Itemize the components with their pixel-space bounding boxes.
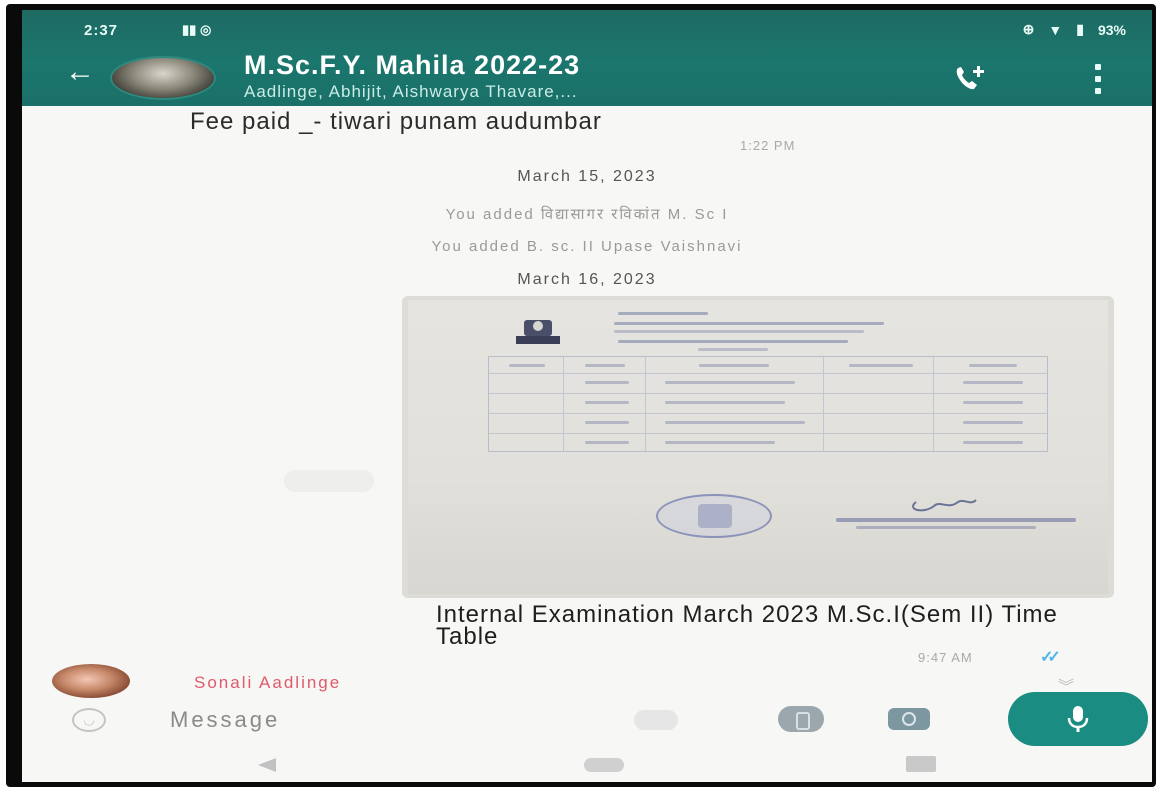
chat-header: 2:37 ▮▮ ◎ ⊕ ▼ ▮ 93% ← M.Sc.F.Y. Mahila 2… [22,10,1152,106]
mic-icon [1067,706,1089,732]
timetable-table [488,356,1048,452]
battery-icon: ▮ [1076,21,1084,37]
wifi-icon: ▼ [1048,21,1063,38]
battery-percentage: 93% [1097,21,1126,38]
college-logo-icon [516,320,560,344]
attach-icon[interactable] [634,710,678,730]
group-info[interactable]: M.Sc.F.Y. Mahila 2022-23 Aadlinge, Abhij… [244,50,924,102]
read-receipt-icon: ✓✓ [1040,649,1061,666]
emoji-icon[interactable]: ◡ [72,708,106,732]
sender-name[interactable]: Sonali Aadlinge [194,673,341,693]
sender-avatar[interactable] [52,664,130,698]
image-message[interactable] [402,296,1114,598]
image-caption: Internal Examination March 2023 M.Sc.I(S… [436,601,1058,650]
device-frame: 2:37 ▮▮ ◎ ⊕ ▼ ▮ 93% ← M.Sc.F.Y. Mahila 2… [6,4,1156,787]
camera-icon[interactable] [888,708,930,730]
system-message: You added B. sc. II Upase Vaishnavi [431,238,743,255]
back-arrow-icon[interactable]: ← [60,57,100,88]
notification-icons: ▮▮ ◎ [182,22,211,38]
more-vert-icon[interactable] [1088,64,1108,94]
rupee-payment-icon[interactable] [778,706,824,732]
message-text[interactable]: Fee paid _- tiwari punam audumbar [190,110,750,134]
message-input[interactable] [170,704,590,736]
message-time: 9:47 AM [918,650,973,665]
message-time: 1:22 PM [740,138,796,153]
status-bar: 2:37 ▮▮ ◎ ⊕ ▼ ▮ 93% [22,16,1152,44]
facebook-icon: ▮▮ [182,22,197,37]
nav-recents-icon[interactable] [906,756,936,772]
add-call-icon[interactable] [950,62,990,94]
nav-home-icon[interactable] [584,758,624,772]
status-right-icons: ⊕ ▼ ▮ 93% [1023,21,1126,38]
official-seal-icon [656,494,772,538]
date-separator: March 16, 2023 [517,271,657,288]
forward-icon[interactable] [284,470,374,492]
group-avatar[interactable] [110,56,216,100]
nav-back-icon[interactable] [258,758,276,772]
system-navigation-bar [22,746,1152,782]
date-separator: March 15, 2023 [517,168,657,185]
group-title: M.Sc.F.Y. Mahila 2022-23 [244,50,581,80]
app-bar: ← M.Sc.F.Y. Mahila 2022-23 Aadlinge, Abh… [22,44,1152,106]
signature-icon [836,499,1076,529]
whatsapp-chat-screen: 2:37 ▮▮ ◎ ⊕ ▼ ▮ 93% ← M.Sc.F.Y. Mahila 2… [22,10,1152,782]
timetable-document-image [408,300,1108,594]
system-message: You added विद्यासागर रविकांत M. Sc I [445,206,729,223]
group-members: Aadlinge, Abhijit, Aishwarya Thavare,... [244,82,578,101]
mic-button[interactable] [1008,692,1148,746]
whatsapp-icon: ◎ [199,22,212,37]
status-time: 2:37 [84,22,119,39]
message-list[interactable]: Fee paid _- tiwari punam audumbar 1:22 P… [22,106,1152,698]
data-saver-icon: ⊕ [1022,21,1035,37]
message-composer: ◡ [22,692,1152,746]
